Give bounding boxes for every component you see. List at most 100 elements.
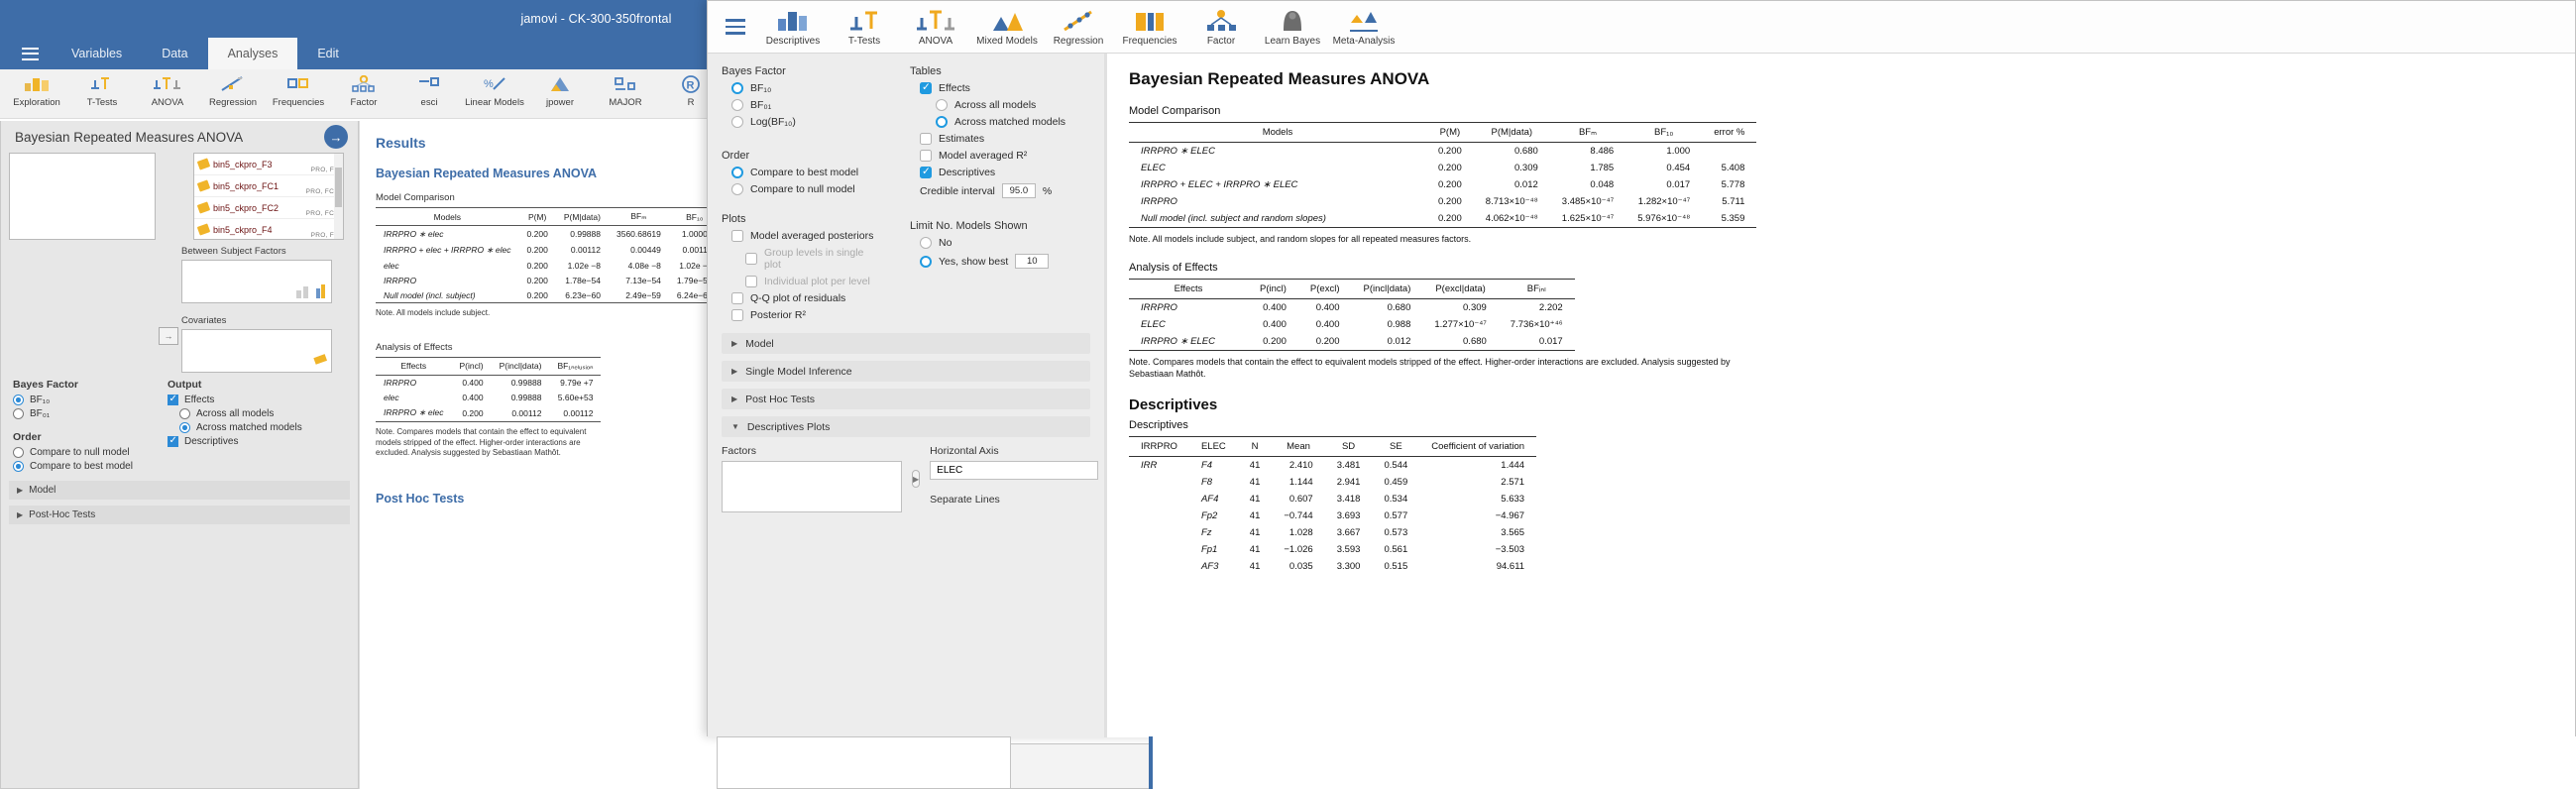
collapsible-descriptives-plots[interactable]: ▼ Descriptives Plots [722,416,1090,437]
radio-icon[interactable] [920,237,932,249]
collapsible-model[interactable]: ▶ Model [722,333,1090,354]
radio-icon[interactable] [179,422,190,433]
ribbon-esci[interactable]: esci [396,69,462,108]
option-group-levels-single-plot[interactable]: Group levels in single plot [722,247,882,271]
radio-icon[interactable] [13,408,24,419]
assign-arrow-button[interactable]: ▶ [912,470,921,488]
checkbox-icon[interactable] [920,166,932,178]
checkbox-icon[interactable] [745,253,757,265]
option-qq-plot-residuals[interactable]: Q-Q plot of residuals [722,292,882,304]
ribbon-linear-models[interactable]: % Linear Models [462,69,527,108]
variable-list[interactable]: bin5_ckpro_F3 PRO, F3 bin5_ckpro_FC1 PRO, … [193,153,344,240]
option-across-all-models[interactable]: Across all models [910,99,1080,111]
option-descriptives[interactable]: Descriptives [168,435,326,447]
option-bf01[interactable]: BF₀₁ [722,99,882,111]
between-subject-factors-box[interactable] [181,260,332,303]
ribbon-jpower[interactable]: jpower [527,69,593,108]
option-individual-plot-per-level[interactable]: Individual plot per level [722,276,882,287]
checkbox-icon[interactable] [168,435,178,447]
checkbox-icon[interactable] [168,394,178,405]
radio-icon[interactable] [731,99,743,111]
ribbon-frequencies[interactable]: Frequencies [266,69,331,108]
credible-interval-input[interactable]: 95.0 [1001,183,1036,198]
option-limit-yes[interactable]: Yes, show best 10 [910,254,1080,269]
radio-icon[interactable] [731,82,743,94]
collapsible-post-hoc-tests[interactable]: ▶ Post-Hoc Tests [9,506,350,524]
radio-icon[interactable] [731,116,743,128]
option-effects[interactable]: Effects [910,81,1080,94]
list-item[interactable]: bin5_ckpro_F3 PRO, F3 [194,154,343,175]
checkbox-icon[interactable] [745,276,757,287]
option-across-all-models[interactable]: Across all models [168,408,326,419]
assign-arrow-button[interactable]: → [159,327,178,345]
ribbon-frequencies[interactable]: Frequencies [1114,7,1185,47]
list-item[interactable]: bin5_ckpro_FC1 PRO, FC1 [194,175,343,197]
option-compare-best[interactable]: Compare to best model [722,167,882,178]
variable-list-scrollbar[interactable] [334,154,343,239]
scrollbar-thumb[interactable] [335,168,342,207]
horizontal-axis-value[interactable]: ELEC [930,461,1099,480]
radio-icon[interactable] [920,255,932,268]
ribbon-meta-analysis[interactable]: Meta-Analysis [1328,7,1400,47]
checkbox-icon[interactable] [731,292,743,304]
radio-icon[interactable] [179,408,190,419]
ribbon-descriptives[interactable]: Descriptives [757,7,829,47]
radio-icon[interactable] [13,447,24,458]
tab-edit[interactable]: Edit [297,38,359,69]
ribbon-learn-bayes[interactable]: Learn Bayes [1257,7,1328,47]
checkbox-icon[interactable] [731,230,743,242]
ribbon-exploration[interactable]: Exploration [4,69,69,108]
ribbon-t-tests[interactable]: T-Tests [829,7,900,47]
radio-icon[interactable] [936,99,948,111]
factors-box[interactable] [722,461,902,512]
covariates-box[interactable] [181,329,332,373]
checkbox-icon[interactable] [920,150,932,162]
list-item[interactable]: bin5_ckpro_FC2 PRO, FC2 [194,197,343,219]
ribbon-t-tests[interactable]: T-Tests [69,69,135,108]
rm-cells-box[interactable] [9,153,156,240]
option-bf10[interactable]: BF₁₀ [722,82,882,94]
option-across-matched-models[interactable]: Across matched models [910,116,1080,128]
option-limit-no[interactable]: No [910,237,1080,249]
hide-options-button[interactable]: → [324,125,348,149]
limit-models-input[interactable]: 10 [1015,254,1050,269]
option-bf10[interactable]: BF₁₀ [13,394,152,405]
option-model-averaged-r2[interactable]: Model averaged R² [910,150,1080,162]
radio-icon[interactable] [13,461,24,472]
tab-data[interactable]: Data [142,38,207,69]
option-descriptives[interactable]: Descriptives [910,166,1080,178]
checkbox-icon[interactable] [731,309,743,321]
option-across-matched-models[interactable]: Across matched models [168,422,326,433]
hamburger-menu-icon[interactable] [8,38,52,69]
tab-variables[interactable]: Variables [52,38,142,69]
option-effects[interactable]: Effects [168,394,326,405]
checkbox-icon[interactable] [920,133,932,145]
ribbon-factor[interactable]: Factor [1185,7,1257,47]
tab-analyses[interactable]: Analyses [207,38,298,69]
checkbox-icon[interactable] [920,81,932,94]
ribbon-anova[interactable]: ANOVA [135,69,200,108]
option-model-averaged-posteriors[interactable]: Model averaged posteriors [722,230,882,242]
option-log-bf10[interactable]: Log(BF₁₀) [722,116,882,128]
ribbon-regression[interactable]: Regression [1043,7,1114,47]
ribbon-major[interactable]: MAJOR [593,69,658,108]
radio-icon[interactable] [13,394,24,405]
ribbon-anova[interactable]: ANOVA [900,7,971,47]
option-posterior-r2[interactable]: Posterior R² [722,309,882,321]
radio-icon[interactable] [731,167,743,178]
collapsible-single-model-inference[interactable]: ▶ Single Model Inference [722,361,1090,382]
ribbon-factor[interactable]: Factor [331,69,396,108]
radio-icon[interactable] [731,183,743,195]
option-compare-best[interactable]: Compare to best model [13,461,152,472]
option-compare-null[interactable]: Compare to null model [722,183,882,195]
option-bf01[interactable]: BF₀₁ [13,408,152,419]
hamburger-menu-icon[interactable] [714,19,757,35]
option-compare-null[interactable]: Compare to null model [13,447,152,458]
option-estimates[interactable]: Estimates [910,133,1080,145]
collapsible-post-hoc-tests[interactable]: ▶ Post Hoc Tests [722,389,1090,409]
ribbon-mixed-models[interactable]: Mixed Models [971,7,1043,47]
radio-icon[interactable] [936,116,948,128]
collapsible-model[interactable]: ▶ Model [9,481,350,500]
list-item[interactable]: bin5_ckpro_F4 PRO, F4 [194,219,343,239]
ribbon-regression[interactable]: Regression [200,69,266,108]
